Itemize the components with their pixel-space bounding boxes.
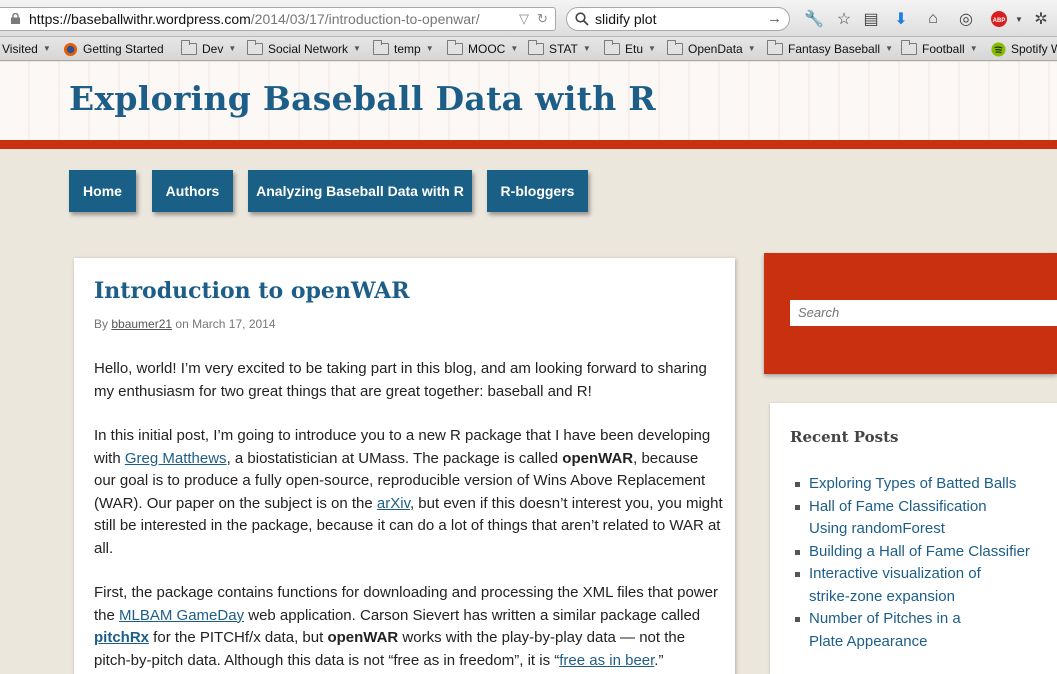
paragraph-intro: Hello, world! I’m very excited to be tak… <box>94 360 707 400</box>
pitchrx-link[interactable]: pitchRx <box>94 629 149 646</box>
nav-analyzing-baseball-data[interactable]: Analyzing Baseball Data with R <box>248 170 472 212</box>
paragraph-gameday: First, the package contains functions fo… <box>94 584 718 669</box>
download-icon[interactable]: ⬇ <box>890 8 912 30</box>
search-bar[interactable]: slidify plot → <box>566 7 790 31</box>
folder-icon <box>373 40 389 55</box>
post-byline: By bbaumer21 on March 17, 2014 <box>94 317 276 331</box>
chevron-down-icon: ▼ <box>510 44 519 53</box>
recent-posts-title: Recent Posts <box>790 428 899 446</box>
post-date: March 17, 2014 <box>192 317 276 331</box>
chevron-down-icon: ▼ <box>747 44 756 53</box>
wrench-icon[interactable]: 🔧 <box>803 8 825 30</box>
url-path: /2014/03/17/introduction-to-openwar/ <box>250 11 480 27</box>
chevron-down-icon: ▼ <box>648 44 656 53</box>
chevron-down-icon: ▼ <box>353 44 361 53</box>
free-as-in-beer-link[interactable]: free as in beer <box>559 652 654 669</box>
author-link[interactable]: bbaumer21 <box>111 317 172 331</box>
chevron-down-icon: ▼ <box>228 44 237 53</box>
site-header: Exploring Baseball Data with R <box>0 62 1057 140</box>
folder-icon <box>528 40 544 55</box>
recent-post-link[interactable]: Building a Hall of Fame Classifier <box>795 541 1057 564</box>
address-bar[interactable]: https://baseballwithr.wordpress.com/2014… <box>0 7 556 31</box>
spotify-icon <box>991 41 1006 57</box>
recent-post-link[interactable]: Hall of Fame Classification Using random… <box>795 496 995 541</box>
bookmark-folder-temp[interactable]: temp ▼ <box>373 40 434 58</box>
search-widget <box>764 253 1057 374</box>
extension-icon[interactable]: ✲ <box>1030 8 1052 30</box>
bookmarks-bar: Visited ▼ Getting Started Dev ▼ Social Net… <box>0 37 1057 61</box>
arxiv-link[interactable]: arXiv <box>377 495 410 512</box>
folder-icon <box>667 40 683 55</box>
recent-post-link[interactable]: Exploring Types of Batted Balls <box>795 473 1057 496</box>
folder-icon <box>604 40 620 55</box>
reading-list-icon[interactable]: ▤ <box>860 8 882 30</box>
post-title[interactable]: Introduction to openWAR <box>94 278 410 304</box>
chevron-down-icon: ▼ <box>425 44 434 53</box>
bookmark-getting-started[interactable]: Getting Started <box>63 40 164 58</box>
adblock-menu-caret-icon[interactable]: ▼ <box>1008 8 1030 30</box>
greg-matthews-link[interactable]: Greg Matthews <box>125 450 227 467</box>
nav-home[interactable]: Home <box>69 170 136 212</box>
chevron-down-icon: ▼ <box>42 44 51 53</box>
search-go-icon[interactable]: → <box>767 8 782 30</box>
browser-toolbar: https://baseballwithr.wordpress.com/2014… <box>0 0 1057 37</box>
chevron-down-icon: ▼ <box>969 44 978 53</box>
nav-r-bloggers[interactable]: R-bloggers <box>487 170 588 212</box>
folder-icon <box>901 40 917 55</box>
nav-authors[interactable]: Authors <box>152 170 233 212</box>
lock-icon <box>11 13 20 24</box>
bookmark-folder-etu[interactable]: Etu ▼ <box>604 40 656 58</box>
chevron-down-icon: ▼ <box>582 44 591 53</box>
post-article: Introduction to openWAR By bbaumer21 on … <box>74 258 735 674</box>
search-value: slidify plot <box>595 11 657 27</box>
bookmark-folder-football[interactable]: Football ▼ <box>901 40 978 58</box>
site-title[interactable]: Exploring Baseball Data with R <box>69 79 656 118</box>
home-icon[interactable]: ⌂ <box>922 8 944 30</box>
paragraph-package: In this initial post, I’m going to intro… <box>94 427 723 557</box>
sidebar-search-input[interactable] <box>790 300 1057 326</box>
adblock-icon[interactable]: ABP <box>988 8 1010 30</box>
search-icon <box>575 12 589 26</box>
recent-posts-list: Exploring Types of Batted Balls Hall of … <box>795 473 1057 653</box>
star-icon[interactable]: ☆ <box>833 8 855 30</box>
recent-post-link[interactable]: Number of Pitches in a Plate Appearance <box>795 608 980 653</box>
folder-icon <box>447 40 463 55</box>
chevron-down-icon: ▼ <box>885 44 893 53</box>
bookmark-folder-stat[interactable]: STAT ▼ <box>528 40 591 58</box>
url-host: https://baseballwithr.wordpress.com <box>29 11 251 27</box>
bookmark-visited[interactable]: Visited ▼ <box>2 40 51 58</box>
recent-posts-widget: Recent Posts Exploring Types of Batted B… <box>770 403 1057 674</box>
folder-icon <box>247 40 263 55</box>
svg-text:ABP: ABP <box>993 18 1006 24</box>
recent-post-link[interactable]: Interactive visualization of strike-zone… <box>795 563 995 608</box>
firefox-icon <box>63 42 78 56</box>
folder-icon <box>181 40 197 55</box>
header-divider <box>0 140 1057 149</box>
bookmark-spotify[interactable]: Spotify W <box>991 40 1057 58</box>
folder-icon <box>767 40 783 55</box>
bookmark-folder-fantasy-baseball[interactable]: Fantasy Baseball ▼ <box>767 40 893 58</box>
globe-icon[interactable]: ◎ <box>955 8 977 30</box>
bookmark-folder-mooc[interactable]: MOOC ▼ <box>447 40 518 58</box>
dropdown-arrow-icon[interactable]: ▽ <box>519 8 529 30</box>
reload-icon[interactable]: ↻ <box>537 8 548 30</box>
mlbam-gameday-link[interactable]: MLBAM GameDay <box>119 607 244 624</box>
bookmark-folder-opendata[interactable]: OpenData ▼ <box>667 40 756 58</box>
bookmark-folder-dev[interactable]: Dev ▼ <box>181 40 236 58</box>
bookmark-folder-social-network[interactable]: Social Network ▼ <box>247 40 361 58</box>
